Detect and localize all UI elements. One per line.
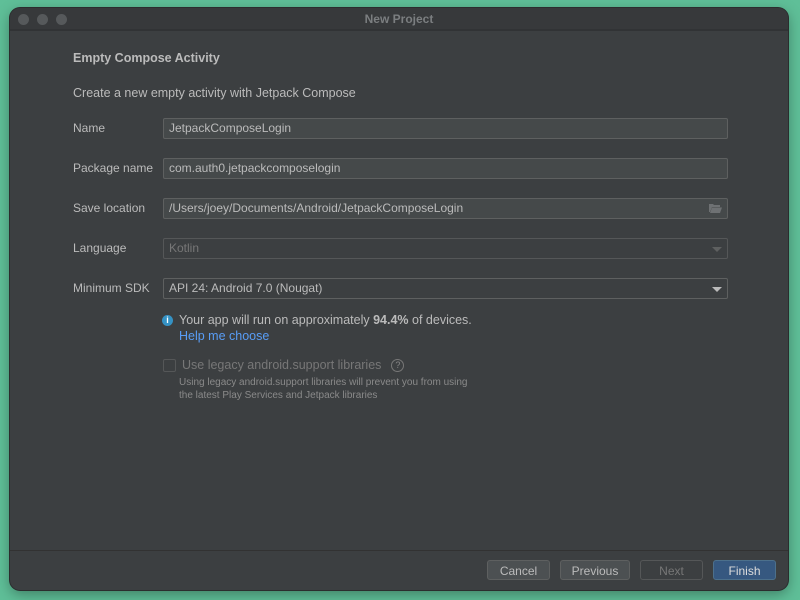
save-location-label: Save location [73, 201, 146, 215]
name-input[interactable]: JetpackComposeLogin [163, 118, 728, 139]
min-sdk-row: Minimum SDK API 24: Android 7.0 (Nougat) [73, 278, 728, 299]
package-name-input[interactable]: com.auth0.jetpackcomposelogin [163, 158, 728, 179]
language-value: Kotlin [169, 241, 200, 255]
min-sdk-label: Minimum SDK [73, 281, 150, 295]
new-project-dialog: New Project Empty Compose Activity Creat… [10, 8, 788, 590]
package-label: Package name [73, 161, 154, 175]
legacy-libraries-checkbox [163, 358, 176, 372]
help-me-choose-link[interactable]: Help me choose [179, 329, 269, 343]
template-heading: Empty Compose Activity [73, 51, 220, 65]
save-location-row: Save location /Users/joey/Documents/Andr… [73, 198, 728, 219]
finish-button[interactable]: Finish [713, 560, 776, 580]
coverage-percent: 94.4% [373, 313, 409, 327]
language-row: Language Kotlin [73, 238, 728, 259]
min-sdk-value: API 24: Android 7.0 (Nougat) [169, 281, 323, 295]
window-title: New Project [364, 12, 434, 26]
folder-icon[interactable] [709, 203, 722, 213]
name-label: Name [73, 121, 106, 135]
legacy-libraries-note: Using legacy android.support libraries w… [179, 377, 468, 401]
language-select: Kotlin [163, 238, 728, 259]
cancel-button[interactable]: Cancel [487, 560, 550, 580]
legacy-libraries-label: Use legacy android.support libraries [182, 358, 382, 372]
info-icon: i [162, 314, 173, 326]
legacy-libraries-option: Use legacy android.support libraries ? [163, 358, 405, 372]
save-location-input[interactable]: /Users/joey/Documents/Android/JetpackCom… [163, 198, 728, 219]
save-location-value: /Users/joey/Documents/Android/JetpackCom… [169, 201, 464, 215]
previous-button[interactable]: Previous [560, 560, 630, 580]
package-row: Package name com.auth0.jetpackcomposelog… [73, 158, 728, 179]
title-bar: New Project [10, 8, 788, 31]
help-question-icon[interactable]: ? [391, 358, 405, 372]
chevron-down-icon [712, 247, 722, 252]
language-label: Language [73, 241, 127, 255]
chevron-down-icon [712, 287, 722, 292]
next-button: Next [640, 560, 703, 580]
min-sdk-select[interactable]: API 24: Android 7.0 (Nougat) [163, 278, 728, 299]
coverage-suffix: of devices. [408, 313, 472, 327]
template-description: Create a new empty activity with Jetpack… [73, 86, 356, 100]
coverage-prefix: Your app will run on approximately [179, 313, 374, 327]
name-row: Name JetpackComposeLogin [73, 118, 728, 139]
device-coverage-info: i Your app will run on approximately 94.… [162, 313, 472, 327]
footer-divider [10, 550, 788, 551]
